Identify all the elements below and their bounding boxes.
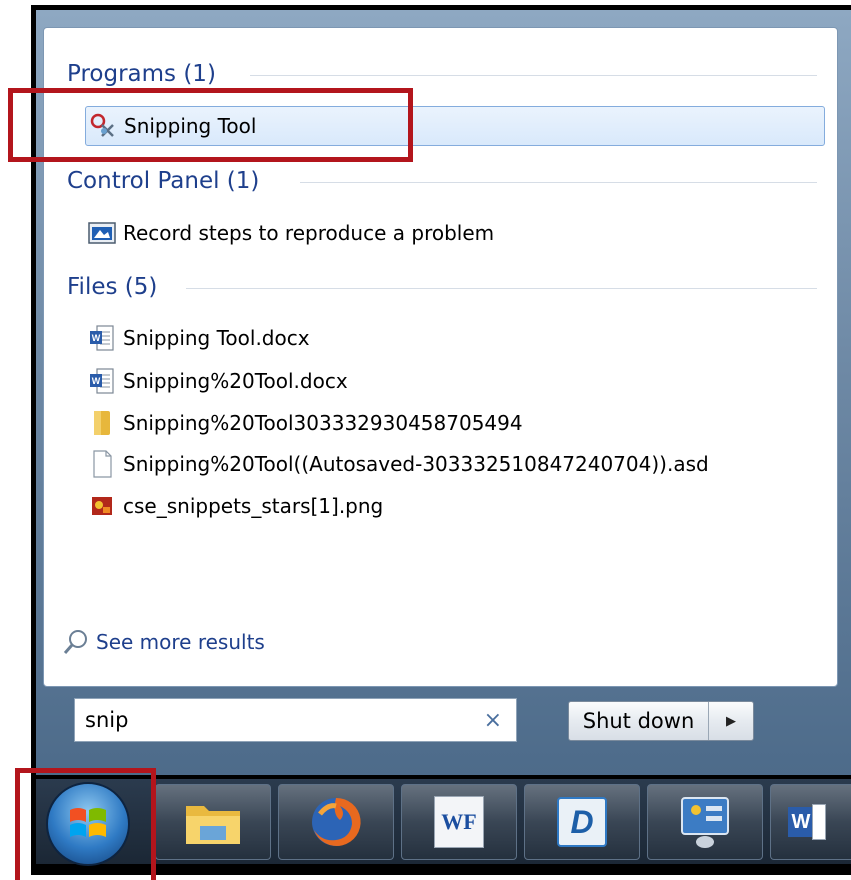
annotation-highlight-start-button bbox=[15, 768, 156, 880]
search-input[interactable]: snip × bbox=[74, 698, 517, 742]
clear-search-icon[interactable]: × bbox=[484, 708, 502, 733]
taskbar-control-panel-button[interactable] bbox=[647, 784, 763, 860]
taskbar-firefox-button[interactable] bbox=[278, 784, 394, 860]
section-header-programs[interactable]: Programs (1) bbox=[67, 59, 216, 89]
svg-text:W: W bbox=[92, 333, 101, 343]
result-file[interactable]: Snipping%20Tool303332930458705494 bbox=[85, 403, 523, 443]
wf-icon-text: WF bbox=[441, 809, 477, 834]
result-record-steps[interactable]: Record steps to reproduce a problem bbox=[85, 213, 494, 253]
result-label: Snipping%20Tool303332930458705494 bbox=[123, 411, 523, 435]
folder-icon bbox=[85, 408, 119, 438]
result-file[interactable]: cse_snippets_stars[1].png bbox=[85, 486, 383, 526]
d-app-icon: D bbox=[557, 797, 607, 847]
word-doc-icon: W bbox=[85, 323, 119, 353]
image-file-icon bbox=[85, 491, 119, 521]
steps-recorder-icon bbox=[85, 218, 119, 248]
control-panel-icon bbox=[681, 797, 729, 848]
see-more-results-link[interactable]: See more results bbox=[62, 622, 265, 662]
section-header-files[interactable]: Files (5) bbox=[67, 272, 157, 302]
taskbar-word-button[interactable]: W bbox=[770, 784, 851, 860]
taskbar-d-app-button[interactable]: D bbox=[524, 784, 640, 860]
divider bbox=[186, 288, 817, 289]
wf-icon: WF bbox=[434, 796, 484, 848]
divider bbox=[300, 182, 817, 183]
magnifier-icon bbox=[62, 628, 96, 656]
svg-text:W: W bbox=[92, 376, 101, 386]
section-header-control-panel[interactable]: Control Panel (1) bbox=[67, 166, 259, 196]
folder-icon bbox=[186, 806, 240, 844]
word-icon: W bbox=[788, 800, 834, 844]
result-file[interactable]: Snipping%20Tool((Autosaved-3033325108472… bbox=[85, 444, 709, 484]
result-label: Record steps to reproduce a problem bbox=[123, 221, 495, 245]
result-file[interactable]: W Snipping%20Tool.docx bbox=[85, 361, 348, 401]
firefox-icon bbox=[312, 797, 361, 846]
result-label: Snipping%20Tool((Autosaved-3033325108472… bbox=[123, 452, 709, 476]
shutdown-button[interactable]: Shut down bbox=[569, 702, 709, 740]
shutdown-button-group: Shut down ▶ bbox=[568, 701, 754, 741]
taskbar-explorer-button[interactable] bbox=[155, 784, 271, 860]
divider bbox=[250, 75, 817, 76]
shutdown-options-arrow-icon[interactable]: ▶ bbox=[709, 714, 753, 729]
document-page bbox=[812, 804, 826, 840]
result-label: cse_snippets_stars[1].png bbox=[123, 494, 384, 518]
word-doc-icon: W bbox=[85, 366, 119, 396]
word-icon-text: W bbox=[788, 807, 814, 837]
section-title-files: Files (5) bbox=[67, 274, 158, 300]
search-input-value: snip bbox=[85, 708, 129, 732]
result-label: Snipping Tool.docx bbox=[123, 326, 310, 350]
result-file[interactable]: W Snipping Tool.docx bbox=[85, 318, 310, 358]
annotation-highlight-snipping-tool bbox=[8, 88, 413, 162]
section-title-programs: Programs (1) bbox=[67, 61, 216, 87]
see-more-label: See more results bbox=[96, 630, 265, 654]
d-app-icon-text: D bbox=[570, 803, 594, 840]
section-title-control-panel: Control Panel (1) bbox=[67, 168, 260, 194]
blank-file-icon bbox=[85, 449, 119, 479]
result-label: Snipping%20Tool.docx bbox=[123, 369, 348, 393]
taskbar-wf-button[interactable]: WF bbox=[401, 784, 517, 860]
